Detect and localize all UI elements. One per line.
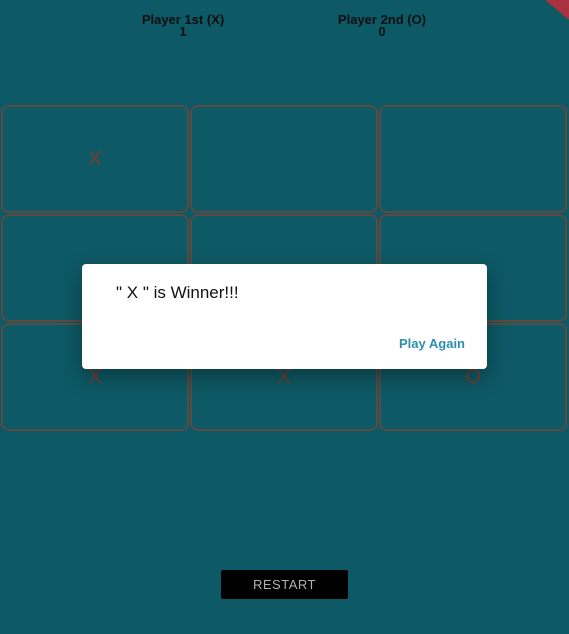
winner-dialog: " X " is Winner!!! Play Again (82, 264, 487, 369)
play-again-button[interactable]: Play Again (399, 336, 465, 351)
restart-button[interactable]: RESTART (221, 570, 348, 599)
winner-message: " X " is Winner!!! (116, 283, 239, 302)
